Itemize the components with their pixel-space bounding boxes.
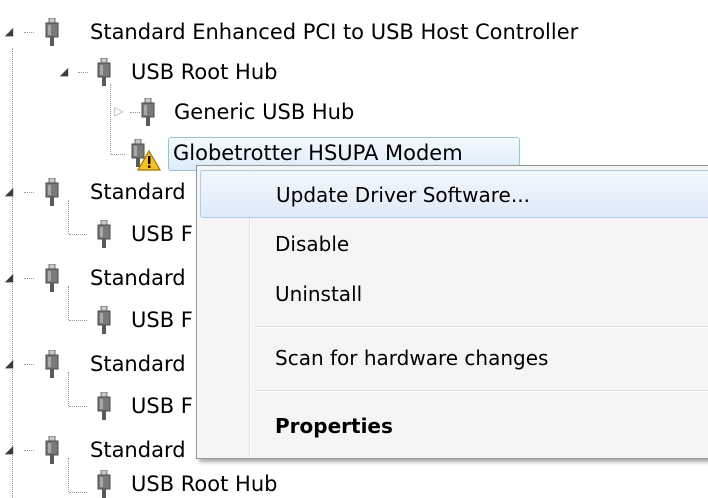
usb-plug-icon [45,178,59,206]
tree-guide-c5-child [69,492,87,493]
menu-item-label: Uninstall [275,282,363,306]
warning-icon [137,150,161,171]
tree-item-usb-hub-2[interactable]: USB F [131,220,193,248]
usb-plug-icon [97,220,111,248]
collapse-arrow-icon[interactable]: ◢ [3,186,15,198]
menu-item-label: Update Driver Software... [276,183,530,207]
tree-item-usb-root-hub-5[interactable]: USB Root Hub [131,470,277,498]
tree-guide-h2 [78,72,88,73]
usb-plug-icon [45,350,59,378]
tree-item-usb-root-hub[interactable]: USB Root Hub [131,58,277,86]
usb-plug-icon [45,436,59,464]
tree-guide-modem [111,154,125,155]
tree-guide-roothub [110,84,111,154]
menu-separator [255,326,708,328]
expand-arrow-icon[interactable]: ▷ [113,105,125,117]
tree-item-usb-hub-3[interactable]: USB F [131,306,193,334]
menu-separator [255,390,708,392]
tree-guide-h3 [130,112,140,113]
tree-guide-c3-child [69,320,87,321]
usb-plug-icon [97,306,111,334]
tree-guide-h7 [24,278,34,279]
usb-plug-icon [97,58,111,86]
usb-plug-icon [97,470,111,498]
tree-item-pci-controller-1[interactable]: Standard Enhanced PCI to USB Host Contro… [90,18,578,46]
tree-item-globetrotter-modem[interactable]: Globetrotter HSUPA Modem [173,139,463,167]
tree-item-controller-4[interactable]: Standard [90,350,186,378]
tree-guide-c5 [68,458,69,492]
usb-plug-icon [45,264,59,292]
tree-item-controller-5[interactable]: Standard [90,436,186,464]
collapse-arrow-icon[interactable]: ◢ [3,358,15,370]
tree-guide-h9 [24,364,34,365]
tree-guide-c2-child [69,234,87,235]
tree-item-controller-2[interactable]: Standard [90,178,186,206]
tree-guide-c4-child [69,406,87,407]
menu-item-disable[interactable]: Disable [200,220,708,268]
context-menu: Update Driver Software... Disable Uninst… [196,165,708,459]
tree-guide-c2 [68,200,69,234]
collapse-arrow-icon[interactable]: ◢ [58,66,70,78]
menu-item-label: Properties [275,414,393,438]
usb-plug-icon [97,392,111,420]
menu-item-scan-hardware[interactable]: Scan for hardware changes [200,334,708,382]
collapse-arrow-icon[interactable]: ◢ [3,444,15,456]
tree-guide-c4 [68,372,69,406]
menu-item-update-driver[interactable]: Update Driver Software... [200,170,708,218]
menu-item-properties[interactable]: Properties [200,402,708,450]
tree-guide-c3 [68,286,69,320]
tree-guide-h5 [24,192,34,193]
usb-plug-icon [45,18,59,46]
menu-item-label: Disable [275,232,350,256]
tree-guide-h1 [24,32,34,33]
tree-item-generic-usb-hub[interactable]: Generic USB Hub [174,98,354,126]
menu-item-label: Scan for hardware changes [275,346,549,370]
tree-item-usb-hub-4[interactable]: USB F [131,392,193,420]
menu-item-uninstall[interactable]: Uninstall [200,270,708,318]
usb-plug-icon [141,98,155,126]
tree-item-controller-3[interactable]: Standard [90,264,186,292]
collapse-arrow-icon[interactable]: ◢ [3,272,15,284]
tree-guide-h11 [24,450,34,451]
collapse-arrow-icon[interactable]: ◢ [3,26,15,38]
